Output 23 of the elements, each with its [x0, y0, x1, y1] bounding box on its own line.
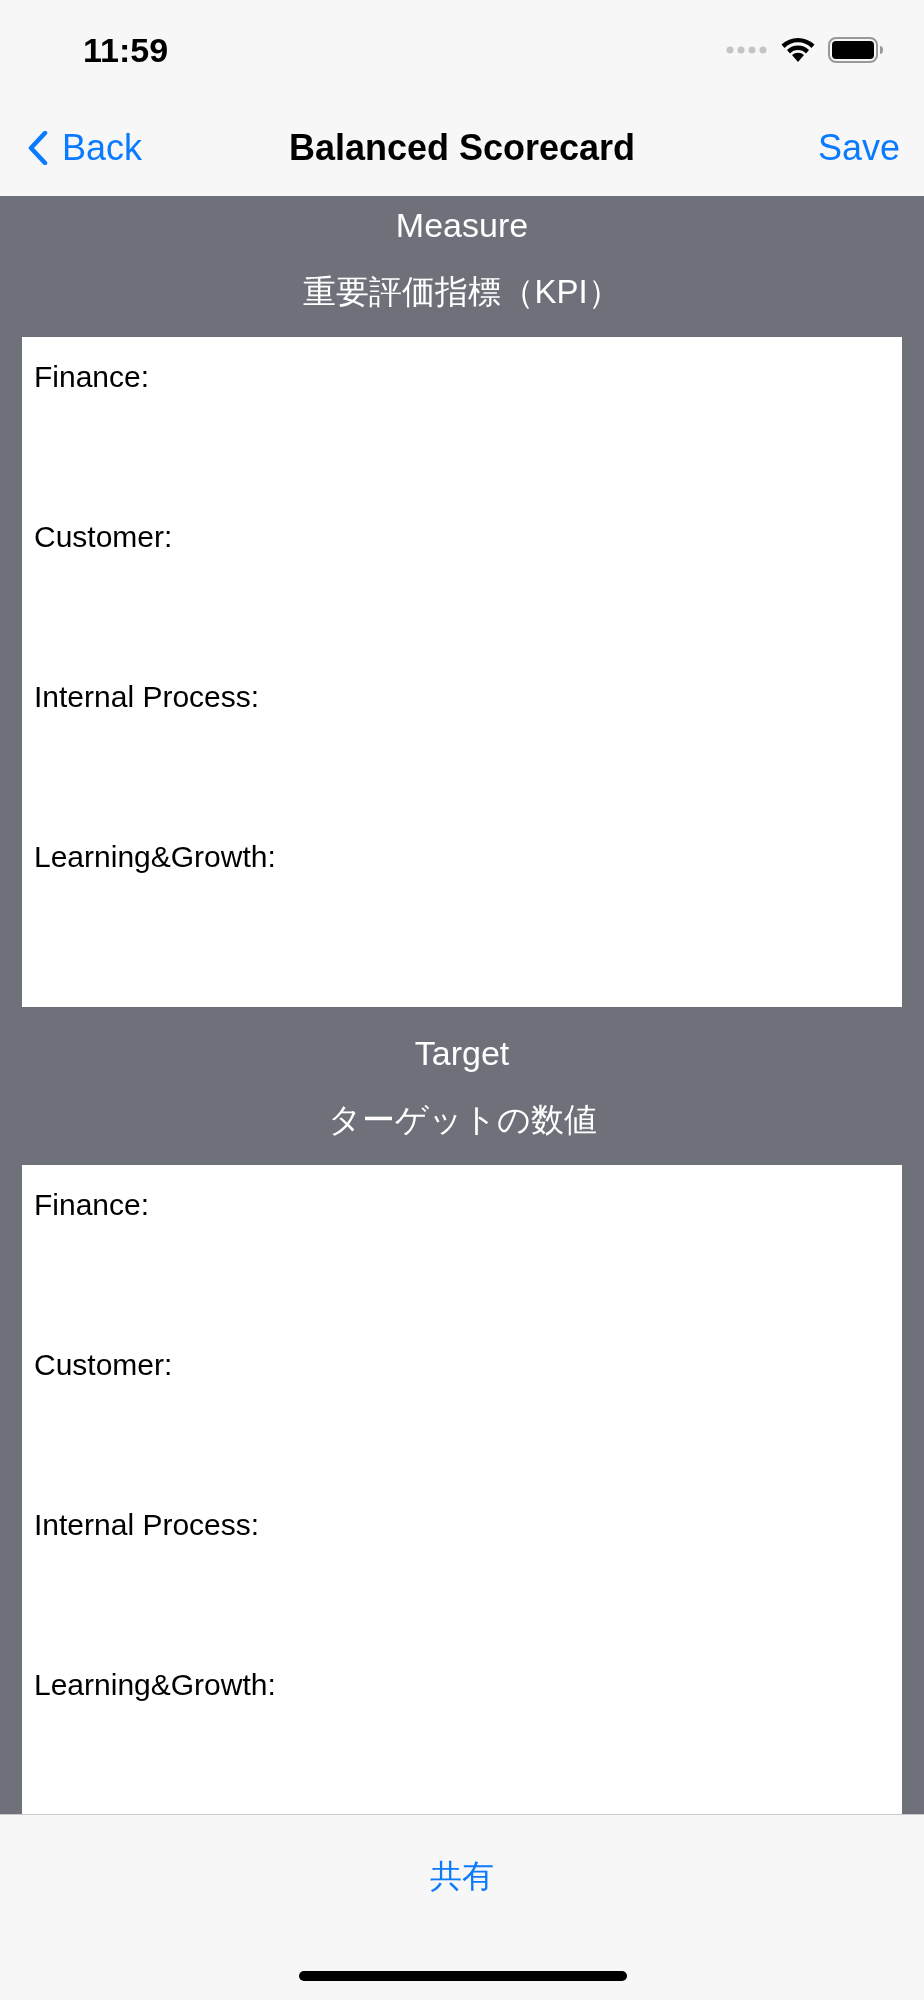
- field-label: Customer:: [34, 520, 173, 553]
- status-time: 11:59: [83, 30, 169, 70]
- field-label: Internal Process:: [34, 680, 260, 713]
- save-button[interactable]: Save: [817, 127, 900, 169]
- section-title: Target: [413, 1033, 511, 1074]
- section-subtitle: ターゲットの数値: [326, 1100, 598, 1140]
- section-title: Measure: [394, 205, 530, 246]
- field-label: Learning&Growth:: [34, 840, 276, 873]
- field-label: Learning&Growth:: [34, 1668, 276, 1701]
- share-button[interactable]: 共有: [430, 1853, 494, 1901]
- field-label: Finance:: [34, 360, 150, 393]
- wifi-icon: [780, 37, 816, 63]
- section-subtitle: 重要評価指標（KPI）: [302, 272, 622, 312]
- field-label: Customer:: [34, 1348, 173, 1381]
- field-label: Internal Process:: [34, 1508, 260, 1541]
- battery-icon: [828, 37, 884, 63]
- chevron-left-icon: [28, 131, 48, 165]
- back-button[interactable]: Back: [28, 127, 143, 169]
- text-area[interactable]: Finance: Customer: Internal Process: Learning&Growth:: [22, 1165, 902, 1814]
- text-area[interactable]: Finance: Customer: Internal Process: Learning&Growth:: [22, 337, 902, 1007]
- signal-icon: [726, 46, 768, 54]
- nav-title: Balanced Scorecard: [288, 127, 636, 169]
- field-label: Finance:: [34, 1188, 150, 1221]
